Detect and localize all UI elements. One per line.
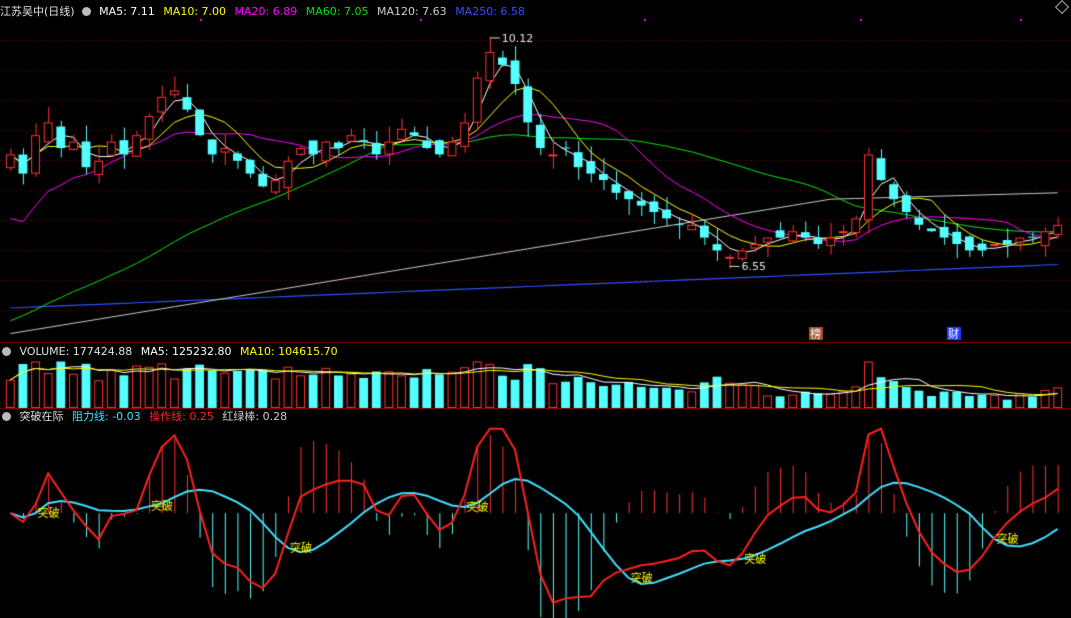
ma20-label: MA20: 6.89 xyxy=(234,5,298,18)
chevron-down-icon[interactable] xyxy=(81,7,91,16)
indicator-name: 突破在际 xyxy=(19,410,64,423)
volume-label: VOLUME: 177424.88 xyxy=(19,345,133,358)
ma10-label: MA10: 7.00 xyxy=(163,5,227,18)
indicator-panel-header: 突破在际 阻力线: -0.03 操作线: 0.25 红绿棒: 0.28 xyxy=(0,410,292,424)
volume-panel-header: VOLUME: 177424.88 MA5: 125232.80 MA10: 1… xyxy=(0,345,343,359)
operate-line-label: 操作线: 0.25 xyxy=(149,410,214,423)
volume-ma10-label: MA10: 104615.70 xyxy=(239,345,338,358)
stock-chart-canvas[interactable] xyxy=(0,0,1071,618)
stock-title: 江苏吴中(日线) xyxy=(0,5,75,18)
ma250-label: MA250: 6.58 xyxy=(455,5,525,18)
ma60-label: MA60: 7.05 xyxy=(305,5,369,18)
ma5-label: MA5: 7.11 xyxy=(99,5,155,18)
ma120-label: MA120: 7.63 xyxy=(376,5,447,18)
chevron-down-icon[interactable] xyxy=(2,412,11,421)
main-panel-header: 江苏吴中(日线) MA5: 7.11 MA10: 7.00 MA20: 6.89… xyxy=(0,5,530,19)
bar-label: 红绿棒: 0.28 xyxy=(222,410,288,423)
volume-ma5-label: MA5: 125232.80 xyxy=(140,345,232,358)
resist-line-label: 阻力线: -0.03 xyxy=(72,410,141,423)
chevron-down-icon[interactable] xyxy=(2,347,11,356)
